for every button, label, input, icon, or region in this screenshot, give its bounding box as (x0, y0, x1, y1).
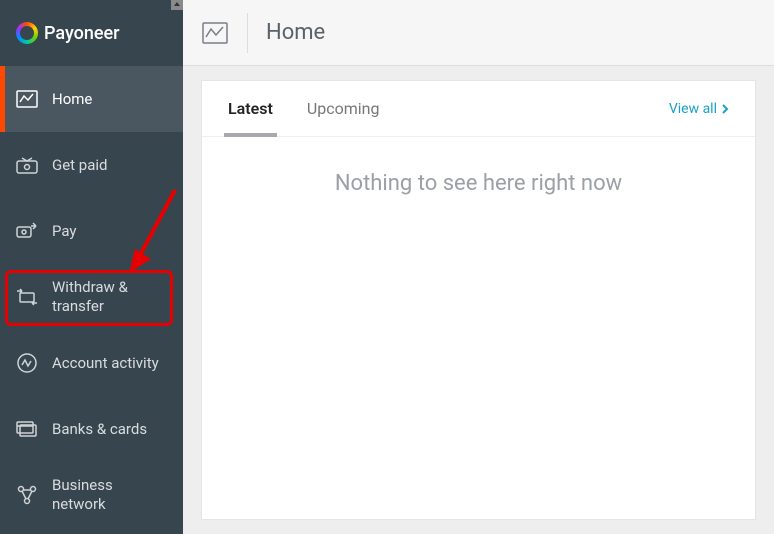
sidebar-item-banks-cards[interactable]: Banks & cards (0, 396, 183, 462)
chart-icon (16, 88, 38, 110)
empty-state-message: Nothing to see here right now (202, 137, 755, 196)
divider (247, 13, 248, 53)
chart-icon (201, 19, 229, 47)
sidebar-item-label: Get paid (52, 156, 108, 175)
logo-ring-icon (16, 22, 38, 44)
content: Latest Upcoming View all Nothing to see … (183, 66, 774, 534)
chevron-right-icon (721, 103, 729, 115)
main-area: Home Latest Upcoming View all (183, 0, 774, 534)
sidebar-item-label: Pay (52, 222, 77, 241)
tabs: Latest Upcoming View all (202, 81, 755, 137)
network-icon (16, 484, 38, 506)
activity-card: Latest Upcoming View all Nothing to see … (201, 80, 756, 520)
sidebar-item-label: Home (52, 90, 92, 109)
brand-name: Payoneer (44, 23, 120, 44)
sidebar-item-label: Withdraw & transfer (52, 278, 167, 316)
page-title: Home (266, 20, 325, 45)
sidebar-item-label: Banks & cards (52, 420, 147, 439)
sidebar-item-pay[interactable]: Pay (0, 198, 183, 264)
sidebar-item-business-network[interactable]: Business network (0, 462, 183, 528)
brand-logo: Payoneer (0, 0, 183, 66)
view-all-link[interactable]: View all (669, 101, 729, 117)
tab-upcoming[interactable]: Upcoming (307, 81, 380, 136)
activity-icon (16, 352, 38, 374)
cards-icon (16, 418, 38, 440)
scroll-up-icon[interactable] (171, 0, 183, 10)
transfer-icon (16, 286, 38, 308)
tab-latest[interactable]: Latest (228, 81, 273, 136)
sidebar-item-label: Account activity (52, 354, 159, 373)
view-all-label: View all (669, 101, 717, 117)
tab-label: Upcoming (307, 99, 380, 118)
inbox-money-icon (16, 154, 38, 176)
topbar: Home (183, 0, 774, 66)
sidebar-item-withdraw-transfer[interactable]: Withdraw & transfer (0, 264, 183, 330)
sidebar-item-get-paid[interactable]: Get paid (0, 132, 183, 198)
sidebar-item-label: Business network (52, 476, 167, 514)
sidebar-item-home[interactable]: Home (0, 66, 183, 132)
sidebar: Payoneer Home Get paid Pay Withdraw & tr (0, 0, 183, 534)
tab-label: Latest (228, 99, 273, 118)
pay-arrow-icon (16, 220, 38, 242)
sidebar-item-account-activity[interactable]: Account activity (0, 330, 183, 396)
